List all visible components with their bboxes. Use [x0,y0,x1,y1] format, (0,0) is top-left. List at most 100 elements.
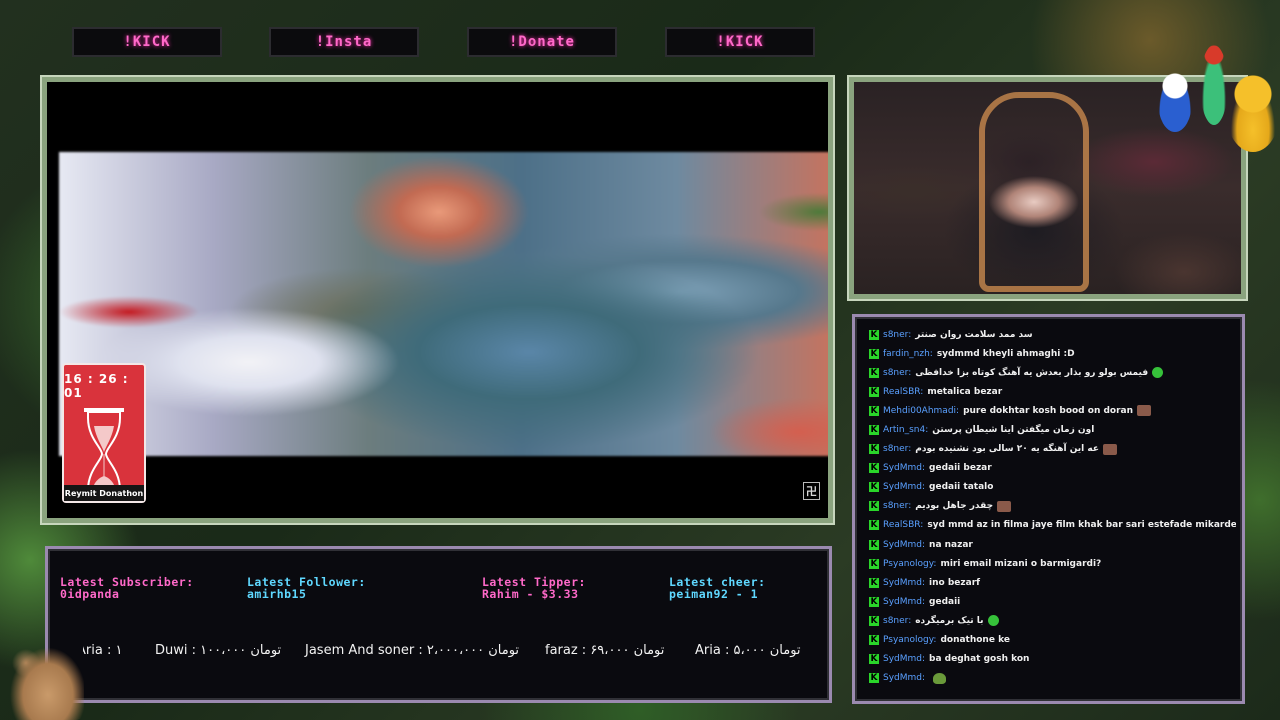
chat-message: K Psyanology: donathone ke [869,631,1236,650]
video-scene [59,152,828,456]
kick-badge-icon: K [869,482,879,493]
video-watermark: 卍 [803,482,820,500]
stream-info-panel: Latest Subscriber: 0idpanda Latest Follo… [45,546,832,703]
donathon-timer: 16 : 26 : 01 Reymit Donathon [62,363,146,503]
chat-text: syd mmd az in filma jaye film khak bar s… [927,520,1236,531]
kick-badge-icon: K [869,673,879,684]
chat-message: Ks8ner: سد ممد سلامت روان صنتر [869,325,1236,344]
chat-text: miri email mizani o barmigardi? [940,558,1102,569]
donation-ticker: Aria : ۵،۰۰۰ تومان faraz : ۶۹،۰۰۰ تومان … [83,643,828,661]
face-emote-icon [997,500,1012,512]
command-donate-button[interactable]: !Donate [467,27,617,57]
main-video[interactable]: 卍 [47,82,828,518]
chat-username[interactable]: RealSBR: [883,387,923,397]
kick-badge-icon: K [869,463,879,474]
chat-text: عه این آهنگه یه ۲۰ سالی بود نشنیده بودم [915,444,1099,455]
kick-badge-icon: K [869,348,879,359]
latest-tipper: Latest Tipper: Rahim - $3.33 [482,576,586,600]
latest-cheer-value: peiman92 - 1 [669,587,759,601]
kick-badge-icon: K [869,329,879,340]
chat-username[interactable]: s8ner: [883,501,911,511]
chat-username[interactable]: s8ner: [883,444,911,454]
cartoon-donald-figure [1158,72,1192,132]
chat-username[interactable]: SydMmd: [883,654,925,664]
chat-text: donathone ke [940,635,1010,646]
chat-text: با تیک برمیگرده [915,615,984,626]
chat-message: K Mehdi00Ahmadi: pure dokhtar kosh bood on… [869,401,1236,420]
chat-message: Ks8ner: با تیک برمیگرده [869,611,1236,630]
command-kick-button[interactable]: !KICK [72,27,222,57]
chat-message: K SydMmd: gedaii tatalo [869,478,1236,497]
chat-username[interactable]: s8ner: [883,330,911,340]
command-kick-button-2[interactable]: !KICK [665,27,815,57]
latest-subscriber-value: 0idpanda [60,587,120,601]
latest-follower-value: amirhb15 [247,587,307,601]
chat-text: چقدر جاهل بودیم [915,501,994,512]
green-emote-icon [987,615,999,627]
kick-badge-icon: K [869,558,879,569]
chat-text: metalica bezar [927,386,1003,397]
chat-message: K Artin_sn4: اون زمان میگفتن اینا شیطان پر… [869,420,1236,439]
chat-username[interactable]: SydMmd: [883,578,925,588]
kick-badge-icon: K [869,539,879,550]
chat-username[interactable]: Psyanology: [883,559,936,569]
chat-username[interactable]: SydMmd: [883,597,925,607]
chat-text: فیمس بولو رو بذار بعدش یه آهنگ کوتاه بزا… [915,367,1149,378]
kick-badge-icon: K [869,654,879,665]
chat-username[interactable]: Artin_sn4: [883,425,928,435]
donation-item: faraz : ۶۹،۰۰۰ تومان [545,643,665,658]
chat-message: Ks8ner: عه این آهنگه یه ۲۰ سالی بود نشنید… [869,440,1236,459]
donation-item: Duwi : ۱۰۰،۰۰۰ تومان [155,643,282,658]
chat-text: na nazar [929,539,973,550]
chat-panel[interactable]: Ks8ner: سد ممد سلامت روان صنتر Kfardin_nzh… [852,314,1245,704]
cartoon-mermaid-figure [1200,45,1228,125]
green-emote-icon [1152,367,1164,379]
kick-badge-icon: K [869,615,879,626]
chat-message: K SydMmd: gedaii [869,592,1236,611]
kick-badge-icon: K [869,520,879,531]
chat-message: Ks8ner: چقدر جاهل بودیم [869,497,1236,516]
chat-message: Ks8ner: فیمس بولو رو بذار بعدش یه آهنگ کو… [869,363,1236,382]
timer-label: Reymit Donathon [64,485,144,501]
latest-tipper-value: Rahim - $3.33 [482,587,579,601]
cat-mascot-image [8,645,84,720]
kick-badge-icon: K [869,405,879,416]
chat-username[interactable]: SydMmd: [883,463,925,473]
chat-message: K RealSBR: metalica bezar [869,382,1236,401]
kick-badge-icon: K [869,444,879,455]
chat-text: pure dokhtar kosh bood on doran [963,405,1134,416]
chat-username[interactable]: s8ner: [883,616,911,626]
chat-message: K SydMmd: ino bezarf [869,573,1236,592]
kick-badge-icon: K [869,635,879,646]
chat-message: K SydMmd: [869,669,1236,688]
chat-username[interactable]: Psyanology: [883,635,936,645]
donation-item: Jasem And soner : ۲،۰۰۰،۰۰۰ تومان [305,643,520,658]
turtle-emote-icon [933,672,947,684]
command-insta-button[interactable]: !Insta [269,27,419,57]
chat-message: K SydMmd: ba deghat gosh kon [869,650,1236,669]
chat-username[interactable]: Mehdi00Ahmadi: [883,406,959,416]
kick-badge-icon: K [869,367,879,378]
chat-username[interactable]: SydMmd: [883,540,925,550]
chat-username[interactable]: SydMmd: [883,673,925,683]
kick-badge-icon: K [869,425,879,436]
chat-username[interactable]: RealSBR: [883,520,923,530]
chat-text: اون زمان میگفتن اینا شیطان پرستن [932,425,1095,436]
latest-cheer: Latest cheer: peiman92 - 1 [669,576,766,600]
face-emote-icon [1137,405,1152,417]
chat-username[interactable]: fardin_nzh: [883,349,933,359]
donation-item: Aria : ۵،۰۰۰ تومان [695,643,801,658]
chat-text: ino bezarf [929,577,981,588]
cartoon-pooh-figure [1226,72,1280,152]
donation-item: Aria : ۱ [83,643,123,658]
chat-username[interactable]: s8ner: [883,368,911,378]
chat-message: Kfardin_nzh: sydmmd kheyli ahmaghi :D [869,344,1236,363]
chat-username[interactable]: SydMmd: [883,482,925,492]
chat-message: K SydMmd: gedaii bezar [869,459,1236,478]
chat-message: K Psyanology: miri email mizani o barmigar… [869,554,1236,573]
chat-text: سد ممد سلامت روان صنتر [915,329,1033,340]
timer-time: 16 : 26 : 01 [64,372,129,400]
gaming-chair [979,92,1089,292]
latest-subscriber: Latest Subscriber: 0idpanda [60,576,194,600]
chat-message: K RealSBR: syd mmd az in filma jaye film k… [869,516,1236,535]
